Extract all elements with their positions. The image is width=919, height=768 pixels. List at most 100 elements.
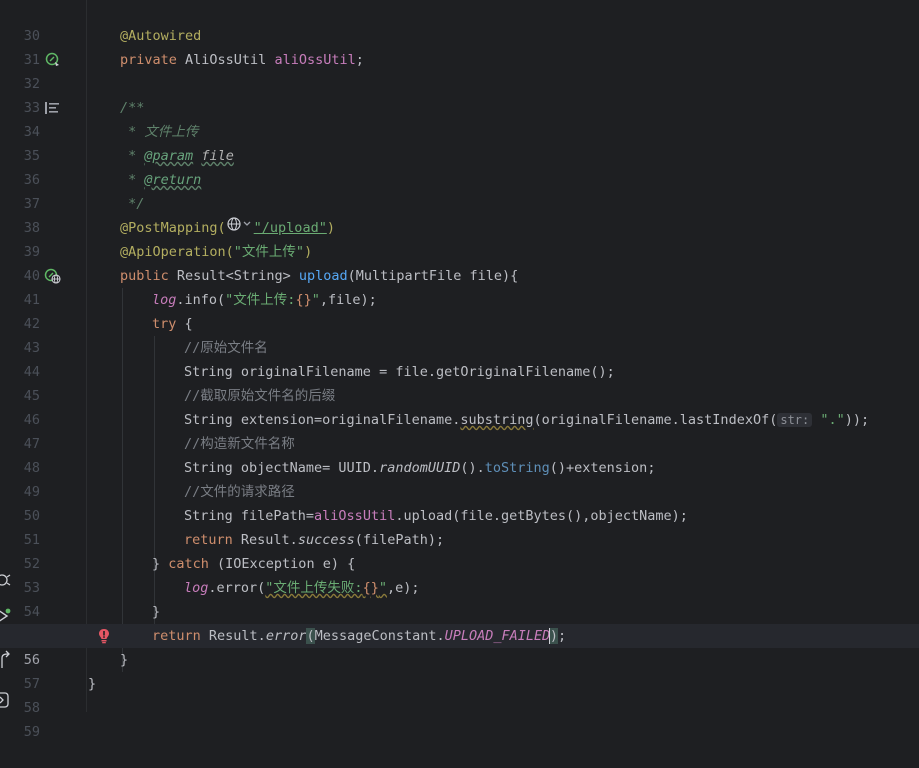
- code-token: {}: [295, 292, 312, 308]
- code-line[interactable]: 59: [0, 696, 919, 740]
- toggle-rendered-view-icon[interactable]: [44, 96, 60, 120]
- code-token: log: [152, 292, 177, 308]
- code-token: ": [378, 580, 387, 596]
- code-token: (filePath);: [354, 532, 445, 548]
- code-line[interactable]: 33: [0, 72, 919, 116]
- code-token: ;: [557, 628, 567, 644]
- code-token: log: [184, 580, 209, 596]
- code-token: }: [152, 556, 169, 572]
- code-token: upload: [298, 268, 348, 284]
- code-token: (IOException e) {: [208, 556, 356, 572]
- code-line[interactable]: 52 return Result.success(filePath);: [0, 528, 919, 572]
- code-token: Result.: [232, 532, 298, 548]
- code-token: "文件上传:: [225, 292, 296, 308]
- code-token: }: [120, 652, 129, 668]
- code-token: Result.: [200, 628, 266, 644]
- code-line[interactable]: 50 //文件的请求路径: [0, 480, 919, 524]
- code-token: success: [297, 532, 355, 548]
- code-token: ,e);: [386, 580, 420, 596]
- code-line[interactable]: 53 } catch (IOException e) {: [0, 552, 919, 596]
- web-endpoint-icon[interactable]: [227, 216, 253, 240]
- current-code-line[interactable]: 56 return Result.error(MessageConstant.U…: [0, 624, 919, 668]
- code-token: "/upload": [253, 220, 327, 236]
- code-token: String objectName= UUID.: [184, 460, 380, 476]
- code-token: //截取原始文件名的后缀: [184, 388, 336, 404]
- code-token: *: [120, 172, 145, 188]
- code-line[interactable]: 54 log.error("文件上传失败:{}",e);: [0, 576, 919, 620]
- code-token: }: [152, 604, 161, 620]
- code-token: Result<String>: [168, 268, 299, 284]
- error-bulb-icon[interactable]: [96, 624, 112, 648]
- code-line[interactable]: 41 public Result<String> upload(Multipar…: [0, 264, 919, 308]
- code-token: ().: [460, 460, 485, 476]
- code-token: (: [306, 628, 315, 644]
- code-token: .upload(file.getBytes(),objectName);: [395, 508, 688, 524]
- code-token: ): [326, 220, 335, 236]
- code-token: //原始文件名: [184, 340, 268, 356]
- code-line[interactable]: 57 }: [0, 648, 919, 692]
- code-token: (MultipartFile file){: [347, 268, 519, 284]
- code-token: @param: [144, 148, 194, 164]
- code-line[interactable]: 43 try {: [0, 312, 919, 356]
- code-line[interactable]: 49 String objectName= UUID.randomUUID().…: [0, 456, 919, 500]
- code-token: /**: [120, 100, 145, 116]
- code-line[interactable]: 38 */: [0, 192, 919, 236]
- code-line[interactable]: 46 //截取原始文件名的后缀: [0, 384, 919, 428]
- code-token: }: [88, 676, 97, 692]
- git-branch-icon[interactable]: [0, 648, 12, 672]
- debug-icon[interactable]: [0, 568, 12, 592]
- code-line[interactable]: 39 @PostMapping("/upload"): [0, 216, 919, 260]
- code-line[interactable]: 31 @Autowired: [0, 24, 919, 68]
- code-token: *: [120, 148, 145, 164]
- code-line[interactable]: 40 @ApiOperation("文件上传"): [0, 240, 919, 284]
- endpoint-navigate-icon[interactable]: [44, 264, 62, 288]
- code-token: //构造新文件名称: [184, 436, 295, 452]
- code-token: try: [152, 316, 177, 332]
- code-token: {}: [362, 580, 379, 596]
- run-icon[interactable]: [0, 604, 12, 628]
- code-token: private: [120, 52, 177, 68]
- code-token: //文件的请求路径: [184, 484, 295, 500]
- code-token: {: [176, 316, 193, 332]
- code-line[interactable]: 34 /**: [0, 96, 919, 140]
- code-token: substring: [460, 412, 534, 428]
- code-token: "文件上传": [233, 244, 305, 260]
- code-line[interactable]: 47 String extension=originalFilename.sub…: [0, 408, 919, 452]
- code-token: ): [549, 628, 558, 644]
- code-token: */: [120, 196, 145, 212]
- code-token: aliOssUtil: [314, 508, 396, 524]
- code-token: (originalFilename.lastIndexOf(: [533, 412, 778, 428]
- code-token: error: [265, 628, 307, 644]
- code-line[interactable]: 55 }: [0, 600, 919, 644]
- code-token: .error(: [208, 580, 266, 596]
- code-editor[interactable]: 30 31 @Autowired 32 private AliOssUtil a…: [0, 0, 919, 740]
- code-line[interactable]: 35 * 文件上传: [0, 120, 919, 164]
- line-number: 59: [23, 724, 40, 740]
- code-line[interactable]: 48 //构造新文件名称: [0, 432, 919, 476]
- code-token: String extension=originalFilename.: [184, 412, 461, 428]
- code-token: "文件上传失败:: [265, 580, 363, 596]
- code-line[interactable]: 37 * @return: [0, 168, 919, 212]
- terminal-icon[interactable]: [0, 688, 12, 712]
- code-line[interactable]: 42 log.info("文件上传:{}",file);: [0, 288, 919, 332]
- code-token: ;: [355, 52, 364, 68]
- code-token: ()+extension;: [549, 460, 656, 476]
- code-line[interactable]: 58 }: [0, 672, 919, 716]
- code-token: ));: [844, 412, 870, 428]
- code-token: ,file);: [319, 292, 377, 308]
- code-token: * 文件上传: [120, 124, 199, 140]
- code-line[interactable]: 32 private AliOssUtil aliOssUtil;: [0, 48, 919, 92]
- code-token: String originalFilename = file.getOrigin…: [184, 364, 615, 380]
- code-line[interactable]: 51 String filePath=aliOssUtil.upload(fil…: [0, 504, 919, 548]
- code-token: MessageConstant.: [314, 628, 445, 644]
- navigate-to-bean-icon[interactable]: [44, 48, 62, 72]
- code-line[interactable]: 45 String originalFilename = file.getOri…: [0, 360, 919, 404]
- code-token: @ApiOperation(: [120, 244, 234, 260]
- code-line[interactable]: 30: [0, 0, 919, 44]
- code-line[interactable]: 36 * @param file: [0, 144, 919, 188]
- code-token: return: [184, 532, 233, 548]
- code-token: ".": [820, 412, 845, 428]
- code-line[interactable]: 44 //原始文件名: [0, 336, 919, 380]
- code-token: ): [304, 244, 313, 260]
- code-token: randomUUID: [379, 460, 461, 476]
